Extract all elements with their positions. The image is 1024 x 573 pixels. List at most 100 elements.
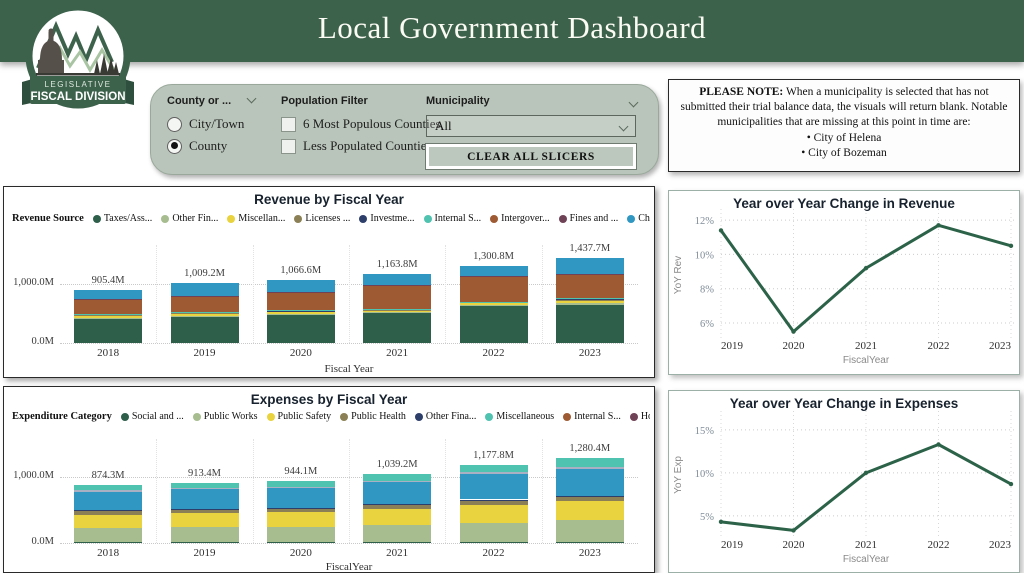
- bar-segment[interactable]: [74, 290, 142, 300]
- bar-segment[interactable]: [171, 316, 239, 343]
- bar-segment[interactable]: [556, 501, 624, 520]
- data-point[interactable]: [936, 223, 940, 227]
- bar-segment[interactable]: [267, 481, 335, 487]
- bar-segment[interactable]: [556, 467, 624, 469]
- bar-segment[interactable]: [74, 510, 142, 511]
- bar-segment[interactable]: [556, 298, 624, 300]
- bar-segment[interactable]: [363, 286, 431, 309]
- bar-segment[interactable]: [363, 313, 431, 343]
- radio-icon[interactable]: [167, 117, 182, 132]
- bar-segment[interactable]: [267, 508, 335, 509]
- municipality-slicer-header[interactable]: Municipality: [426, 95, 490, 107]
- bar-segment[interactable]: [556, 303, 624, 305]
- bar-segment[interactable]: [363, 542, 431, 543]
- checkbox-most-populous[interactable]: 6 Most Populous Counties: [281, 116, 441, 132]
- bar-segment[interactable]: [171, 312, 239, 313]
- bar-segment[interactable]: [363, 482, 431, 504]
- bar-segment[interactable]: [267, 542, 335, 543]
- bar-segment[interactable]: [171, 527, 239, 542]
- bar-segment[interactable]: [267, 314, 335, 343]
- bar-segment[interactable]: [363, 504, 431, 505]
- bar-segment[interactable]: [171, 509, 239, 513]
- bar-segment[interactable]: [74, 485, 142, 490]
- data-point[interactable]: [791, 329, 795, 333]
- bar-segment[interactable]: [74, 315, 142, 317]
- bar-segment[interactable]: [363, 310, 431, 312]
- population-filter-header[interactable]: Population Filter: [281, 95, 368, 107]
- bar-segment[interactable]: [460, 305, 528, 306]
- bar-segment[interactable]: [556, 496, 624, 501]
- bar-segment[interactable]: [556, 258, 624, 273]
- county-or-slicer-header[interactable]: County or ...: [167, 95, 255, 107]
- bar-segment[interactable]: [460, 474, 528, 499]
- bar-segment[interactable]: [74, 318, 142, 343]
- bar-segment[interactable]: [171, 489, 239, 508]
- bar-segment[interactable]: [363, 474, 431, 480]
- bar-segment[interactable]: [460, 303, 528, 306]
- radio-icon[interactable]: [167, 139, 182, 154]
- bar-segment[interactable]: [460, 266, 528, 276]
- bar-segment[interactable]: [267, 311, 335, 312]
- bar-segment[interactable]: [171, 316, 239, 317]
- bar-segment[interactable]: [363, 309, 431, 310]
- bar-segment[interactable]: [74, 528, 142, 542]
- bar-segment[interactable]: [460, 306, 528, 343]
- bar-segment[interactable]: [460, 500, 528, 501]
- bar-segment[interactable]: [363, 505, 431, 509]
- chevron-down-icon[interactable]: [629, 98, 639, 108]
- bar-segment[interactable]: [460, 505, 528, 523]
- bar-segment[interactable]: [460, 302, 528, 303]
- chevron-down-icon[interactable]: [247, 94, 257, 104]
- bar-segment[interactable]: [556, 300, 624, 303]
- bar-segment[interactable]: [460, 523, 528, 542]
- bar-segment[interactable]: [267, 280, 335, 292]
- bar-segment[interactable]: [171, 542, 239, 543]
- bar-segment[interactable]: [556, 305, 624, 343]
- clear-all-slicers-button[interactable]: CLEAR ALL SLICERS: [426, 144, 636, 169]
- data-point[interactable]: [1009, 244, 1013, 248]
- bar-segment[interactable]: [267, 512, 335, 527]
- bar-segment[interactable]: [556, 520, 624, 542]
- data-point[interactable]: [719, 520, 723, 524]
- bar-segment[interactable]: [74, 492, 142, 511]
- bar-segment[interactable]: [460, 500, 528, 504]
- bar-segment[interactable]: [363, 525, 431, 542]
- bar-segment[interactable]: [363, 274, 431, 285]
- bar-segment[interactable]: [74, 542, 142, 543]
- bar-segment[interactable]: [171, 513, 239, 527]
- bar-segment[interactable]: [267, 508, 335, 512]
- bar-segment[interactable]: [267, 312, 335, 314]
- bar-segment[interactable]: [363, 509, 431, 525]
- bar-segment[interactable]: [556, 496, 624, 497]
- data-point[interactable]: [719, 228, 723, 232]
- bar-segment[interactable]: [460, 542, 528, 543]
- bar-segment[interactable]: [74, 511, 142, 515]
- bar-segment[interactable]: [460, 277, 528, 302]
- bar-segment[interactable]: [363, 481, 431, 483]
- checkbox-icon[interactable]: [281, 117, 296, 132]
- bar-segment[interactable]: [74, 314, 142, 315]
- bar-segment[interactable]: [74, 515, 142, 529]
- bar-segment[interactable]: [556, 542, 624, 543]
- bar-segment[interactable]: [267, 488, 335, 508]
- checkbox-icon[interactable]: [281, 139, 296, 154]
- bar-segment[interactable]: [460, 465, 528, 472]
- bar-segment[interactable]: [171, 314, 239, 316]
- bar-segment[interactable]: [267, 293, 335, 311]
- data-point[interactable]: [936, 442, 940, 446]
- bar-segment[interactable]: [556, 274, 624, 298]
- checkbox-less-populated[interactable]: Less Populated Counties: [281, 138, 432, 154]
- bar-segment[interactable]: [556, 458, 624, 466]
- data-point[interactable]: [864, 471, 868, 475]
- bar-segment[interactable]: [267, 487, 335, 488]
- bar-segment[interactable]: [171, 283, 239, 295]
- municipality-dropdown[interactable]: All: [426, 115, 636, 137]
- bar-segment[interactable]: [171, 488, 239, 489]
- radio-county[interactable]: County: [167, 138, 227, 154]
- bar-segment[interactable]: [556, 469, 624, 496]
- bar-segment[interactable]: [171, 296, 239, 312]
- bar-segment[interactable]: [74, 490, 142, 491]
- radio-city-town[interactable]: City/Town: [167, 116, 244, 132]
- bar-segment[interactable]: [267, 527, 335, 542]
- bar-segment[interactable]: [460, 472, 528, 474]
